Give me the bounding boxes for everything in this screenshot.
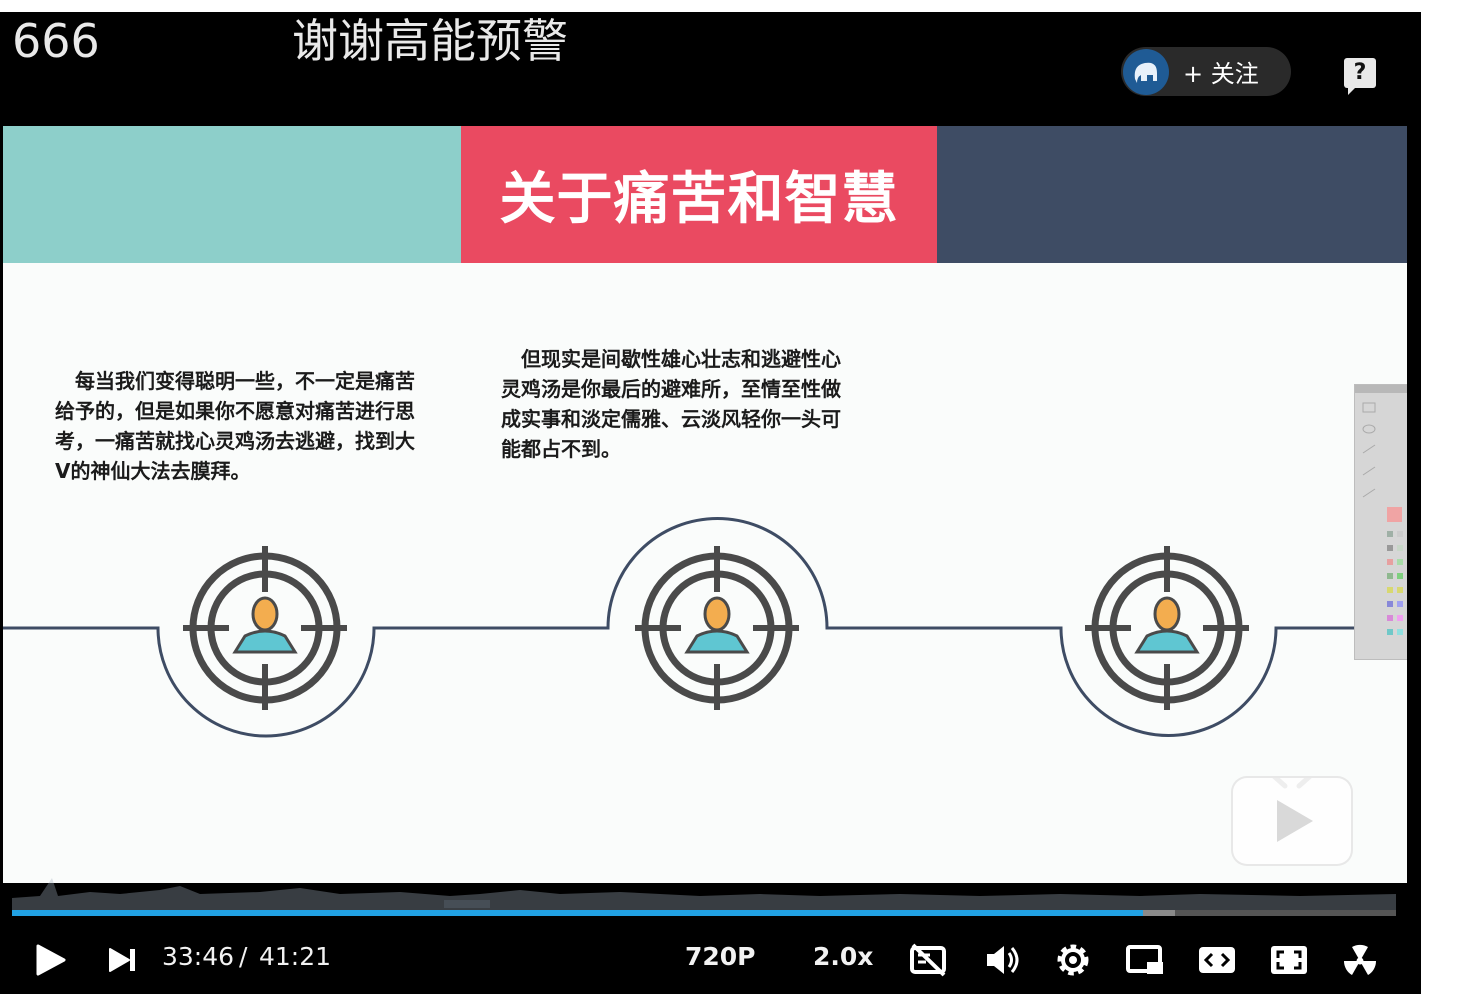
danmaku-comment: 666 <box>12 14 100 68</box>
progress-bar[interactable] <box>12 910 1396 916</box>
quality-button[interactable]: 720P <box>685 942 756 971</box>
radiation-icon[interactable] <box>1340 940 1380 980</box>
duration: 41:21 <box>259 942 332 971</box>
target-person-icon <box>1085 546 1249 710</box>
help-icon[interactable]: ? <box>1344 58 1376 95</box>
danmaku-off-icon[interactable] <box>908 940 948 980</box>
video-player[interactable]: 关于痛苦和智慧 每当我们变得聪明一些，不一定是痛苦给予的，但是如果你不愿意对痛苦… <box>0 12 1421 994</box>
widescreen-icon[interactable] <box>1197 940 1237 980</box>
target-person-icon <box>635 546 799 710</box>
timeline-diagram <box>3 517 1407 738</box>
danmaku-comment: 谢谢高能预警 <box>292 14 568 68</box>
target-person-icon <box>183 546 347 710</box>
video-frame-slide: 关于痛苦和智慧 每当我们变得聪明一些，不一定是痛苦给予的，但是如果你不愿意对痛苦… <box>3 126 1407 883</box>
next-icon[interactable] <box>103 940 143 980</box>
current-time: 33:46 <box>162 942 235 971</box>
follow-label: + 关注 <box>1183 60 1259 88</box>
heat-waveform <box>12 878 1396 912</box>
settings-icon[interactable] <box>1053 940 1093 980</box>
fullscreen-icon[interactable] <box>1269 940 1309 980</box>
pip-icon[interactable] <box>1125 940 1165 980</box>
drawing-tool-panel <box>1354 384 1407 660</box>
control-bar: 33:46 / 41:21 720P 2.0x <box>0 932 1421 994</box>
progress-played <box>12 910 1143 916</box>
follow-button[interactable]: + 关注 <box>1121 47 1291 96</box>
uploader-avatar[interactable] <box>1123 48 1169 95</box>
speed-button[interactable]: 2.0x <box>813 942 873 971</box>
elephant-logo-icon <box>1134 62 1157 83</box>
tv-watermark-icon <box>1231 767 1353 866</box>
time-separator: / <box>239 942 248 971</box>
volume-icon[interactable] <box>982 940 1022 980</box>
play-icon[interactable] <box>30 940 70 980</box>
